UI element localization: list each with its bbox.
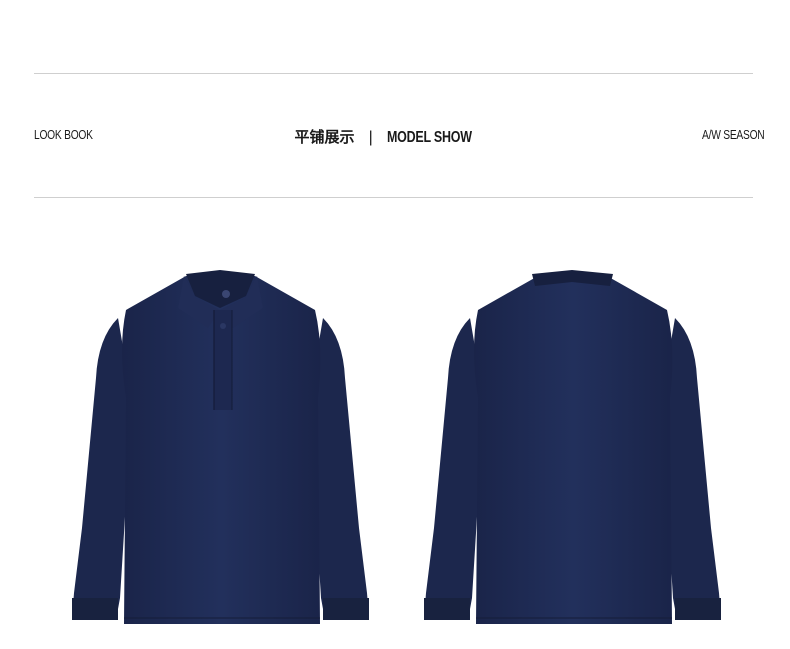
long-sleeve-polo-back-icon [424, 270, 721, 624]
season-label: A/W SEASON [702, 128, 765, 142]
polo-front-image [68, 268, 373, 630]
bottom-divider [34, 197, 753, 198]
title-separator: | [368, 129, 373, 146]
polo-back-image [420, 268, 725, 630]
title-en: MODEL SHOW [386, 129, 472, 146]
title-cn: 平铺展示 [294, 128, 355, 146]
top-divider [34, 73, 753, 74]
long-sleeve-polo-front-icon [72, 270, 369, 624]
section-title: 平铺展示 | MODEL SHOW [0, 126, 790, 147]
